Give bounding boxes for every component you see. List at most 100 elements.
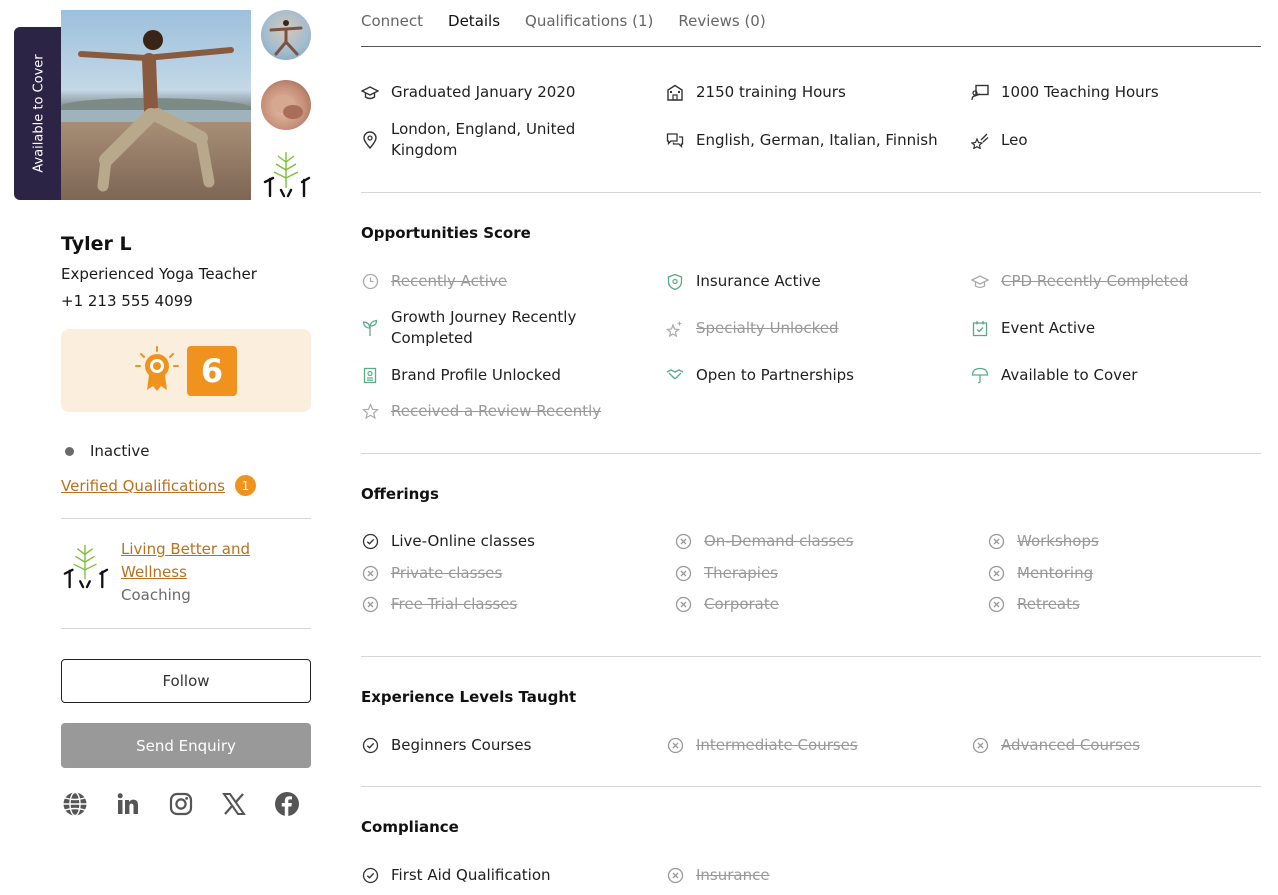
profile-phone: +1 213 555 4099 xyxy=(61,292,193,310)
id-badge-icon xyxy=(361,365,379,386)
x-circle-icon xyxy=(674,531,692,552)
graduation-cap-icon xyxy=(361,82,379,103)
detail-location: London, England, United Kingdom xyxy=(361,119,621,161)
compliance-item: First Aid Qualification xyxy=(361,865,651,886)
sparkle-star-icon xyxy=(666,318,684,339)
organisation-logo[interactable] xyxy=(61,540,109,590)
available-to-cover-tab: Available to Cover xyxy=(14,27,64,200)
section-divider xyxy=(361,453,1261,454)
clock-icon xyxy=(361,271,379,292)
profile-main-photo[interactable] xyxy=(61,10,251,200)
section-divider xyxy=(361,656,1261,657)
offering-item: Free Trial classes xyxy=(361,594,651,615)
x-circle-icon xyxy=(674,594,692,615)
check-circle-icon xyxy=(361,735,379,756)
opportunity-item: Recently Active xyxy=(361,271,641,292)
compliance-heading: Compliance xyxy=(361,818,459,836)
x-circle-icon xyxy=(987,563,1005,584)
profile-tabs: Connect Details Qualifications (1) Revie… xyxy=(361,0,1261,47)
x-circle-icon xyxy=(361,594,379,615)
divider xyxy=(61,628,311,629)
profile-name: Tyler L xyxy=(61,233,132,255)
offering-item: Workshops xyxy=(987,531,1247,552)
shooting-star-icon xyxy=(971,130,989,151)
detail-teaching-hours: 1000 Teaching Hours xyxy=(971,82,1251,103)
linkedin-icon[interactable] xyxy=(114,790,142,818)
teacher-board-icon xyxy=(971,82,989,103)
opportunity-item: Brand Profile Unlocked xyxy=(361,365,641,386)
globe-icon[interactable] xyxy=(61,790,89,818)
opportunity-item: Open to Partnerships xyxy=(666,365,946,386)
check-circle-icon xyxy=(361,865,379,886)
tab-reviews[interactable]: Reviews (0) xyxy=(678,0,765,46)
x-circle-icon xyxy=(666,865,684,886)
section-divider xyxy=(361,192,1261,193)
tab-details[interactable]: Details xyxy=(448,0,500,46)
opportunity-item: Available to Cover xyxy=(971,365,1251,386)
score-card: 6 xyxy=(61,329,311,412)
offering-item: Therapies xyxy=(674,563,964,584)
offerings-heading: Offerings xyxy=(361,485,439,503)
organisation-name-link[interactable]: Living Better and Wellness xyxy=(121,538,271,584)
social-links xyxy=(61,790,301,818)
offering-item: Corporate xyxy=(674,594,964,615)
award-ribbon-icon xyxy=(135,345,179,396)
offering-item: Private classes xyxy=(361,563,651,584)
x-circle-icon xyxy=(361,563,379,584)
experience-item: Beginners Courses xyxy=(361,735,651,756)
follow-button[interactable]: Follow xyxy=(61,659,311,703)
check-circle-icon xyxy=(361,531,379,552)
opportunity-item: Event Active xyxy=(971,318,1251,339)
offering-item: On-Demand classes xyxy=(674,531,964,552)
opportunity-item: Growth Journey Recently Completed xyxy=(361,307,621,349)
organisation-type: Coaching xyxy=(121,586,191,604)
offering-item: Retreats xyxy=(987,594,1247,615)
available-to-cover-label: Available to Cover xyxy=(31,54,47,173)
calendar-check-icon xyxy=(971,318,989,339)
detail-graduated: Graduated January 2020 xyxy=(361,82,641,103)
profile-thumbnail-2[interactable] xyxy=(261,80,311,130)
compliance-item: Insurance xyxy=(666,865,956,886)
verified-qualifications: Verified Qualifications 1 xyxy=(61,475,256,496)
graduation-cap-icon xyxy=(971,271,989,292)
x-circle-icon xyxy=(674,563,692,584)
building-icon xyxy=(666,82,684,103)
facebook-icon[interactable] xyxy=(273,790,301,818)
umbrella-icon xyxy=(971,365,989,386)
chat-bubbles-icon xyxy=(666,130,684,151)
tab-connect[interactable]: Connect xyxy=(361,0,423,46)
organisation-card: Living Better and Wellness Coaching xyxy=(61,538,271,607)
x-circle-icon xyxy=(666,735,684,756)
profile-thumbnail-1[interactable] xyxy=(261,10,311,60)
detail-languages: English, German, Italian, Finnish xyxy=(666,130,956,151)
status-dot xyxy=(65,446,74,456)
opportunities-heading: Opportunities Score xyxy=(361,224,531,242)
location-pin-icon xyxy=(361,119,379,161)
detail-training-hours: 2150 training Hours xyxy=(666,82,946,103)
profile-role: Experienced Yoga Teacher xyxy=(61,265,257,283)
handshake-icon xyxy=(666,365,684,386)
sprout-icon xyxy=(361,307,379,349)
opportunity-item: Received a Review Recently xyxy=(361,401,651,422)
offering-item: Live-Online classes xyxy=(361,531,651,552)
divider xyxy=(61,518,311,519)
opportunity-item: CPD Recently Completed xyxy=(971,271,1251,292)
opportunity-item: Specialty Unlocked xyxy=(666,318,946,339)
x-icon[interactable] xyxy=(220,790,248,818)
send-enquiry-button[interactable]: Send Enquiry xyxy=(61,723,311,768)
score-value: 6 xyxy=(187,345,237,396)
experience-item: Advanced Courses xyxy=(971,735,1251,756)
star-icon xyxy=(361,401,379,422)
detail-star-sign: Leo xyxy=(971,130,1171,151)
verified-count-badge: 1 xyxy=(234,475,256,496)
opportunity-item: Insurance Active xyxy=(666,271,946,292)
x-circle-icon xyxy=(987,594,1005,615)
experience-heading: Experience Levels Taught xyxy=(361,688,577,706)
instagram-icon[interactable] xyxy=(167,790,195,818)
tab-qualifications[interactable]: Qualifications (1) xyxy=(525,0,653,46)
verified-qualifications-link[interactable]: Verified Qualifications xyxy=(61,477,225,495)
x-circle-icon xyxy=(987,531,1005,552)
profile-thumbnail-3[interactable] xyxy=(261,148,311,198)
section-divider xyxy=(361,786,1261,787)
status-indicator: Inactive xyxy=(61,442,150,460)
